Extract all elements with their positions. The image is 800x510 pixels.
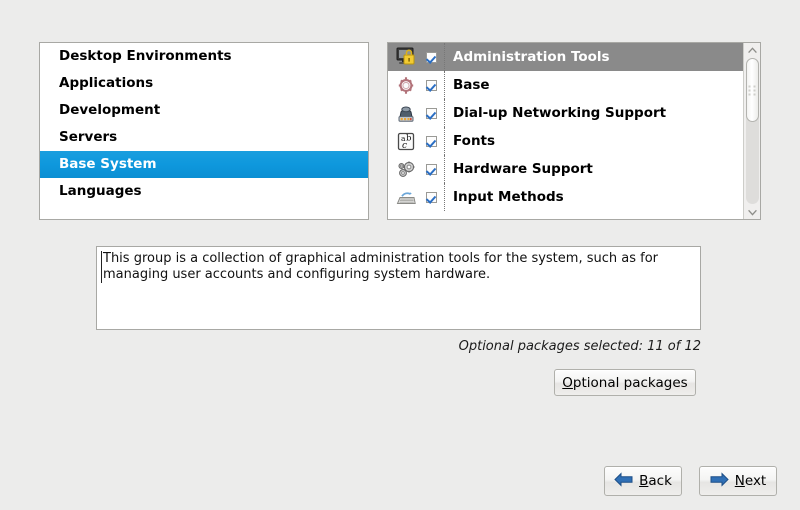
- group-row-label: Fonts: [445, 133, 495, 149]
- category-item-applications[interactable]: Applications: [40, 70, 368, 97]
- group-row-hardware-support[interactable]: Hardware Support: [388, 155, 743, 183]
- selection-panels: Desktop Environments Applications Develo…: [39, 42, 761, 222]
- category-item-label: Desktop Environments: [59, 48, 232, 64]
- category-item-servers[interactable]: Servers: [40, 124, 368, 151]
- group-panel: Administration Tools Base: [387, 42, 761, 220]
- category-item-development[interactable]: Development: [40, 97, 368, 124]
- scroll-up-icon[interactable]: [744, 43, 760, 57]
- group-checkbox[interactable]: [420, 52, 442, 63]
- group-row-fonts[interactable]: a b c Fonts: [388, 127, 743, 155]
- scrollbar-track[interactable]: [746, 58, 759, 204]
- arrow-right-icon: [710, 472, 729, 491]
- scroll-down-icon[interactable]: [744, 205, 760, 219]
- group-row-base[interactable]: Base: [388, 71, 743, 99]
- next-button-mnemonic: N: [735, 473, 745, 489]
- category-item-languages[interactable]: Languages: [40, 178, 368, 205]
- next-button-label: Next: [735, 473, 766, 489]
- scrollbar-thumb[interactable]: [746, 58, 759, 122]
- category-item-label: Development: [59, 102, 160, 118]
- category-item-label: Servers: [59, 129, 117, 145]
- category-item-label: Base System: [59, 156, 157, 172]
- group-checkbox[interactable]: [420, 192, 442, 203]
- monitor-lock-icon: [392, 46, 420, 68]
- group-row-label: Dial-up Networking Support: [445, 105, 666, 121]
- group-row-label: Hardware Support: [445, 161, 593, 177]
- category-item-label: Applications: [59, 75, 153, 91]
- category-item-desktop-environments[interactable]: Desktop Environments: [40, 43, 368, 70]
- group-row-label: Administration Tools: [445, 49, 610, 65]
- category-list[interactable]: Desktop Environments Applications Develo…: [39, 42, 369, 220]
- back-button[interactable]: Back: [604, 466, 682, 496]
- group-checkbox[interactable]: [420, 164, 442, 175]
- back-button-label: Back: [639, 473, 672, 489]
- optional-packages-status: Optional packages selected: 11 of 12: [459, 339, 701, 354]
- telephone-icon: [392, 102, 420, 124]
- group-row-label: Input Methods: [445, 189, 564, 205]
- gear-icon: [392, 74, 420, 96]
- keyboard-icon: [392, 186, 420, 208]
- gears-icon: [392, 158, 420, 180]
- scrollbar-grip-icon: [749, 86, 756, 95]
- group-checkbox[interactable]: [420, 136, 442, 147]
- group-list-scrollbar[interactable]: [743, 43, 760, 219]
- group-checkbox[interactable]: [420, 108, 442, 119]
- group-checkbox[interactable]: [420, 80, 442, 91]
- font-abc-icon: a b c: [392, 130, 420, 152]
- optional-packages-button[interactable]: Optional packages: [554, 369, 696, 396]
- group-description-text: This group is a collection of graphical …: [101, 251, 694, 283]
- group-row-input-methods[interactable]: Input Methods: [388, 183, 743, 211]
- group-row-administration-tools[interactable]: Administration Tools: [388, 43, 743, 71]
- optional-packages-button-mnemonic: O: [562, 375, 573, 391]
- group-list[interactable]: Administration Tools Base: [388, 43, 743, 219]
- category-item-label: Languages: [59, 183, 142, 199]
- category-item-base-system[interactable]: Base System: [40, 151, 368, 178]
- optional-packages-button-label: ptional packages: [573, 375, 688, 391]
- svg-text:c: c: [402, 141, 407, 151]
- group-description-box: This group is a collection of graphical …: [96, 246, 701, 330]
- back-button-mnemonic: B: [639, 473, 648, 489]
- arrow-left-icon: [614, 472, 633, 491]
- group-row-dial-up-networking-support[interactable]: Dial-up Networking Support: [388, 99, 743, 127]
- group-row-label: Base: [445, 77, 490, 93]
- next-button[interactable]: Next: [699, 466, 777, 496]
